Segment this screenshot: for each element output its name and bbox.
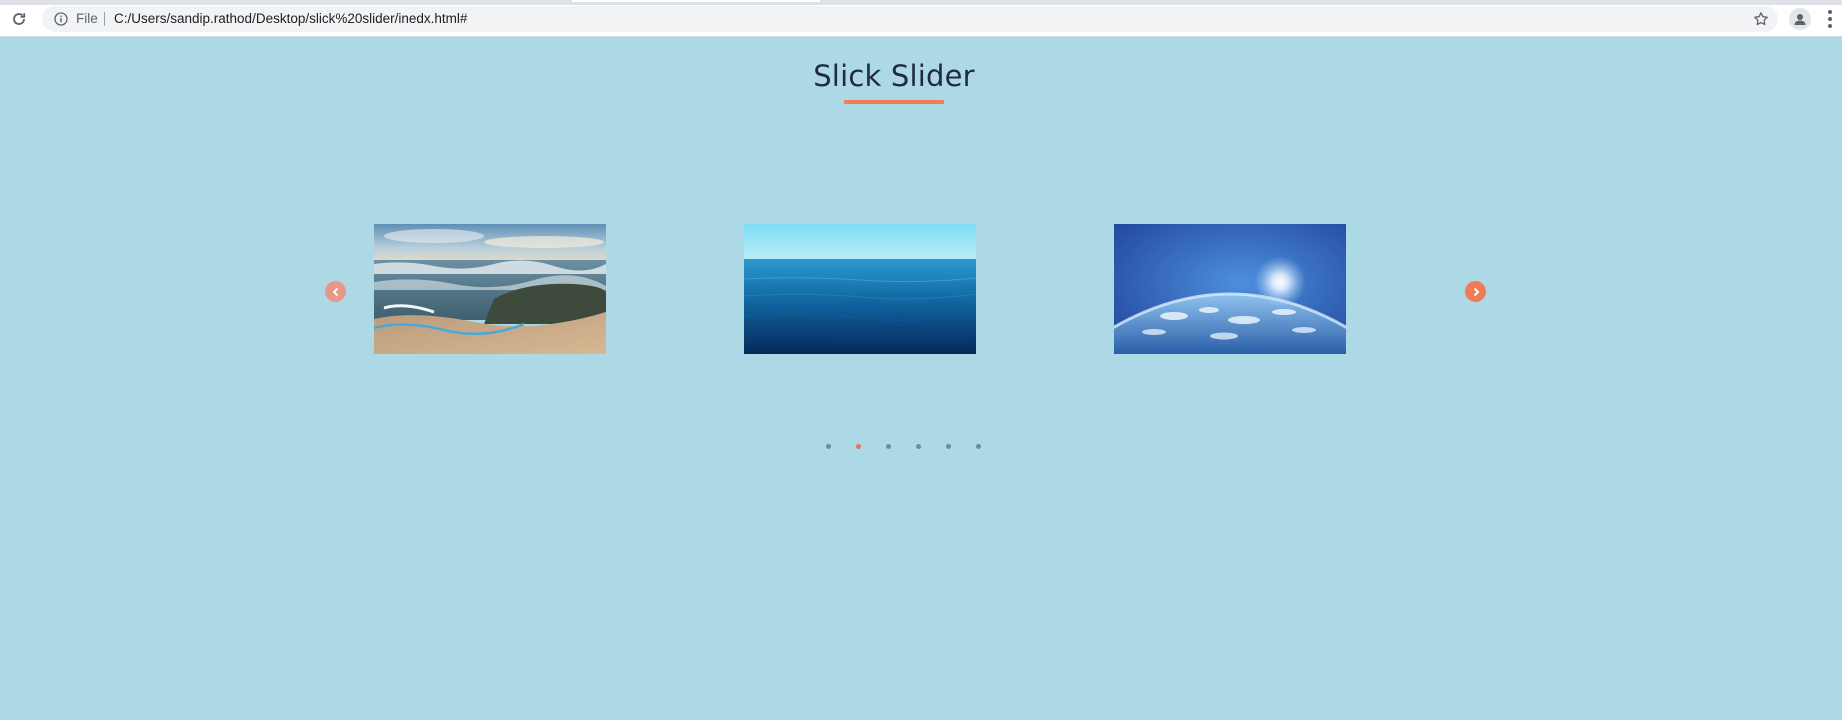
title-underline <box>844 100 944 104</box>
dot-marker <box>975 443 981 449</box>
ocean-horizon-image[interactable] <box>744 224 976 354</box>
earth-atmosphere-image[interactable] <box>1114 224 1346 354</box>
reload-icon[interactable] <box>8 8 30 30</box>
active-tab-indicator <box>572 0 820 2</box>
next-arrow-button[interactable] <box>1465 281 1486 302</box>
slider-pagination <box>813 441 993 451</box>
menu-dot <box>1828 17 1832 21</box>
scheme-label: File <box>76 11 98 26</box>
pagination-dot-6[interactable] <box>963 441 993 451</box>
dot-marker <box>855 443 861 449</box>
tab-strip <box>0 0 1842 5</box>
url-text[interactable]: C:/Users/sandip.rathod/Desktop/slick%20s… <box>114 6 467 32</box>
dot-marker <box>915 443 921 449</box>
menu-icon[interactable] <box>1824 8 1836 30</box>
chevron-right-icon <box>1473 287 1479 296</box>
menu-dot <box>1828 10 1832 14</box>
star-icon[interactable] <box>1752 10 1770 28</box>
title-block: Slick Slider <box>0 56 1788 104</box>
address-separator <box>104 12 105 26</box>
pagination-dot-3[interactable] <box>873 441 903 451</box>
pagination-dot-2[interactable] <box>843 441 873 451</box>
chevron-left-icon <box>332 287 338 296</box>
page-title: Slick Slider <box>813 59 975 93</box>
prev-arrow-button[interactable] <box>325 281 346 302</box>
info-icon[interactable] <box>52 10 70 28</box>
dot-marker <box>825 443 831 449</box>
profile-icon[interactable] <box>1789 8 1811 30</box>
beach-waves-image[interactable] <box>374 224 606 354</box>
dot-marker <box>885 443 891 449</box>
pagination-dot-5[interactable] <box>933 441 963 451</box>
browser-toolbar: File C:/Users/sandip.rathod/Desktop/slic… <box>0 0 1842 37</box>
dot-marker <box>945 443 951 449</box>
pagination-dot-4[interactable] <box>903 441 933 451</box>
address-bar[interactable]: File C:/Users/sandip.rathod/Desktop/slic… <box>42 6 1778 32</box>
pagination-dot-1[interactable] <box>813 441 843 451</box>
menu-dot <box>1828 24 1832 28</box>
